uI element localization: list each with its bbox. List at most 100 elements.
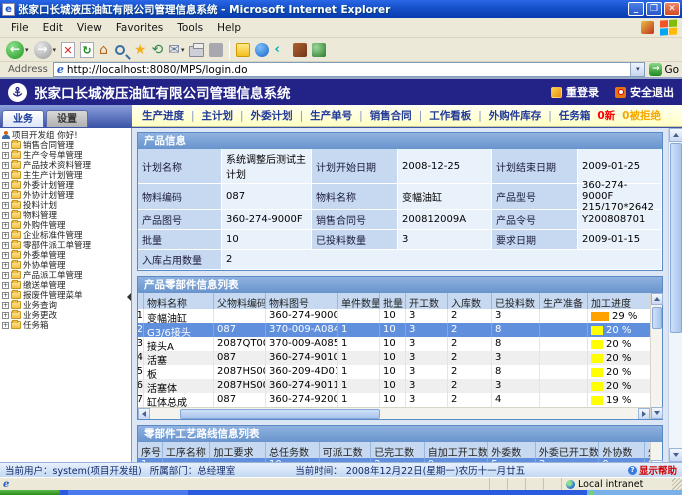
- menu-view[interactable]: View: [70, 20, 109, 36]
- table-row[interactable]: 3 接头A 2087QT002 370-009-A0850 1 10 3 2 8: [138, 337, 650, 351]
- tree-item[interactable]: + 产品技术资料管理: [2, 160, 131, 170]
- tree-expand-icon[interactable]: +: [2, 302, 9, 309]
- tree-item[interactable]: + 投料计划: [2, 200, 131, 210]
- tree-expand-icon[interactable]: +: [2, 272, 9, 279]
- taskbar-task-button[interactable]: [68, 490, 188, 495]
- column-header[interactable]: 外协数: [598, 442, 644, 458]
- table-row[interactable]: 7 缸体总成 087 360-274-9200F 1 10 3 2 4: [138, 393, 650, 407]
- tree-expand-icon[interactable]: +: [2, 212, 9, 219]
- route-table-vscrollbar[interactable]: [650, 442, 662, 462]
- menu-tools[interactable]: Tools: [170, 20, 210, 36]
- tree-item[interactable]: + 主生产计划管理: [2, 170, 131, 180]
- column-header[interactable]: 物料名称: [143, 293, 213, 309]
- tree-item[interactable]: + 外委单管理: [2, 250, 131, 260]
- tree-expand-icon[interactable]: +: [2, 262, 9, 269]
- column-header[interactable]: 外委数: [487, 442, 535, 458]
- tree-expand-icon[interactable]: +: [2, 182, 9, 189]
- tree-item[interactable]: + 外购件管理: [2, 220, 131, 230]
- scroll-down-icon[interactable]: [651, 407, 663, 419]
- tree-item[interactable]: + 销售合同管理: [2, 140, 131, 150]
- forward-dropdown-icon[interactable]: ▾: [53, 46, 57, 54]
- parts-table-hscrollbar[interactable]: [138, 407, 650, 419]
- top-menu-item[interactable]: 生产进度: [142, 108, 184, 123]
- table-row[interactable]: 4 活塞 087 360-274-9010F 1 10 3 2 3: [138, 351, 650, 365]
- start-button[interactable]: [0, 490, 60, 495]
- column-header[interactable]: 批量: [379, 293, 405, 309]
- scroll-down-icon[interactable]: [669, 448, 682, 462]
- resize-grip[interactable]: [672, 478, 682, 490]
- research-button[interactable]: [310, 39, 328, 61]
- column-header[interactable]: 外委已开工数: [535, 442, 598, 458]
- tree-expand-icon[interactable]: +: [2, 142, 9, 149]
- messenger-button[interactable]: [253, 39, 271, 61]
- home-button[interactable]: ⌂: [97, 39, 110, 61]
- scroll-up-icon[interactable]: [651, 293, 663, 305]
- tree-item[interactable]: + 企业标准件管理: [2, 230, 131, 240]
- scroll-right-icon[interactable]: [638, 408, 650, 420]
- address-dropdown-icon[interactable]: ▾: [630, 63, 644, 76]
- tools-extra-button[interactable]: [291, 39, 309, 61]
- column-header[interactable]: 入库数: [447, 293, 491, 309]
- tree-expand-icon[interactable]: +: [2, 252, 9, 259]
- tab-settings[interactable]: 设置: [46, 110, 88, 127]
- parts-table-vscrollbar[interactable]: [650, 293, 662, 419]
- tree-expand-icon[interactable]: +: [2, 322, 9, 329]
- tree-item[interactable]: + 报废件管理菜单: [2, 290, 131, 300]
- table-row[interactable]: 1 变幅油缸 360-274-9000F 10 3 2 3: [138, 309, 650, 323]
- column-header[interactable]: 物料图号: [265, 293, 337, 309]
- column-header[interactable]: 自加工开工数: [424, 442, 487, 458]
- top-menu-item[interactable]: 工作看板: [412, 108, 472, 123]
- stop-button[interactable]: ✕: [59, 39, 77, 61]
- history-button[interactable]: ⟲: [149, 39, 165, 61]
- tree-expand-icon[interactable]: +: [2, 202, 9, 209]
- go-button[interactable]: → Go: [649, 63, 679, 76]
- addon-icon[interactable]: [641, 21, 654, 34]
- table-row[interactable]: 2 G3/6接头 087 370-009-A0840 1 10 3 2 8: [138, 323, 650, 337]
- close-button[interactable]: ✕: [664, 2, 680, 16]
- tree-item[interactable]: + 零部件派工单管理: [2, 240, 131, 250]
- edit-button[interactable]: [207, 39, 225, 61]
- search-button[interactable]: [111, 39, 131, 61]
- top-menu-item[interactable]: 外购件库存: [471, 108, 541, 123]
- tree-expand-icon[interactable]: +: [2, 162, 9, 169]
- column-header[interactable]: 加工进度: [587, 293, 650, 309]
- title-bar[interactable]: e 张家口长城液压油缸有限公司管理信息系统 - Microsoft Intern…: [0, 0, 682, 18]
- column-header[interactable]: 序号: [138, 442, 162, 458]
- show-help-link[interactable]: ? 显示帮助: [628, 463, 677, 477]
- tree-expand-icon[interactable]: +: [2, 242, 9, 249]
- tree-expand-icon[interactable]: +: [2, 222, 9, 229]
- top-menu-item[interactable]: 主计划: [184, 108, 233, 123]
- column-header[interactable]: 加工要求: [209, 442, 265, 458]
- column-header[interactable]: 已完工数: [370, 442, 424, 458]
- msn-button[interactable]: ‹: [272, 39, 290, 61]
- refresh-button[interactable]: ↻: [78, 39, 96, 61]
- logout-button[interactable]: 安全退出: [615, 84, 674, 100]
- column-header[interactable]: 父物料编码: [213, 293, 265, 309]
- tree-expand-icon[interactable]: +: [2, 232, 9, 239]
- tree-item[interactable]: + 物料管理: [2, 210, 131, 220]
- print-button[interactable]: [187, 39, 206, 61]
- maximize-button[interactable]: ❐: [646, 2, 662, 16]
- top-menu-item[interactable]: 外委计划: [233, 108, 293, 123]
- notes-button[interactable]: [234, 39, 252, 61]
- page-vscrollbar[interactable]: [668, 128, 682, 462]
- relogin-button[interactable]: 重登录: [551, 84, 599, 100]
- tree-item[interactable]: + 生产令号单管理: [2, 150, 131, 160]
- menu-edit[interactable]: Edit: [36, 20, 70, 36]
- mail-button[interactable]: ✉▾: [166, 39, 186, 61]
- vscroll-thumb[interactable]: [652, 307, 662, 329]
- forward-button[interactable]: →▾: [32, 39, 59, 61]
- tab-business[interactable]: 业务: [2, 110, 44, 127]
- vscroll-thumb[interactable]: [670, 143, 682, 333]
- tree-item[interactable]: + 产品派工单管理: [2, 270, 131, 280]
- tree-expand-icon[interactable]: +: [2, 192, 9, 199]
- tree-item[interactable]: + 缴送单管理: [2, 280, 131, 290]
- tree-expand-icon[interactable]: +: [2, 312, 9, 319]
- top-menu-item[interactable]: 生产单号: [293, 108, 353, 123]
- sidebar-collapse-handle[interactable]: [127, 293, 131, 301]
- column-header[interactable]: 已投料数: [491, 293, 539, 309]
- tree-expand-icon[interactable]: +: [2, 152, 9, 159]
- back-dropdown-icon[interactable]: ▾: [25, 46, 29, 54]
- tree-expand-icon[interactable]: +: [2, 292, 9, 299]
- mail-dropdown-icon[interactable]: ▾: [181, 46, 185, 54]
